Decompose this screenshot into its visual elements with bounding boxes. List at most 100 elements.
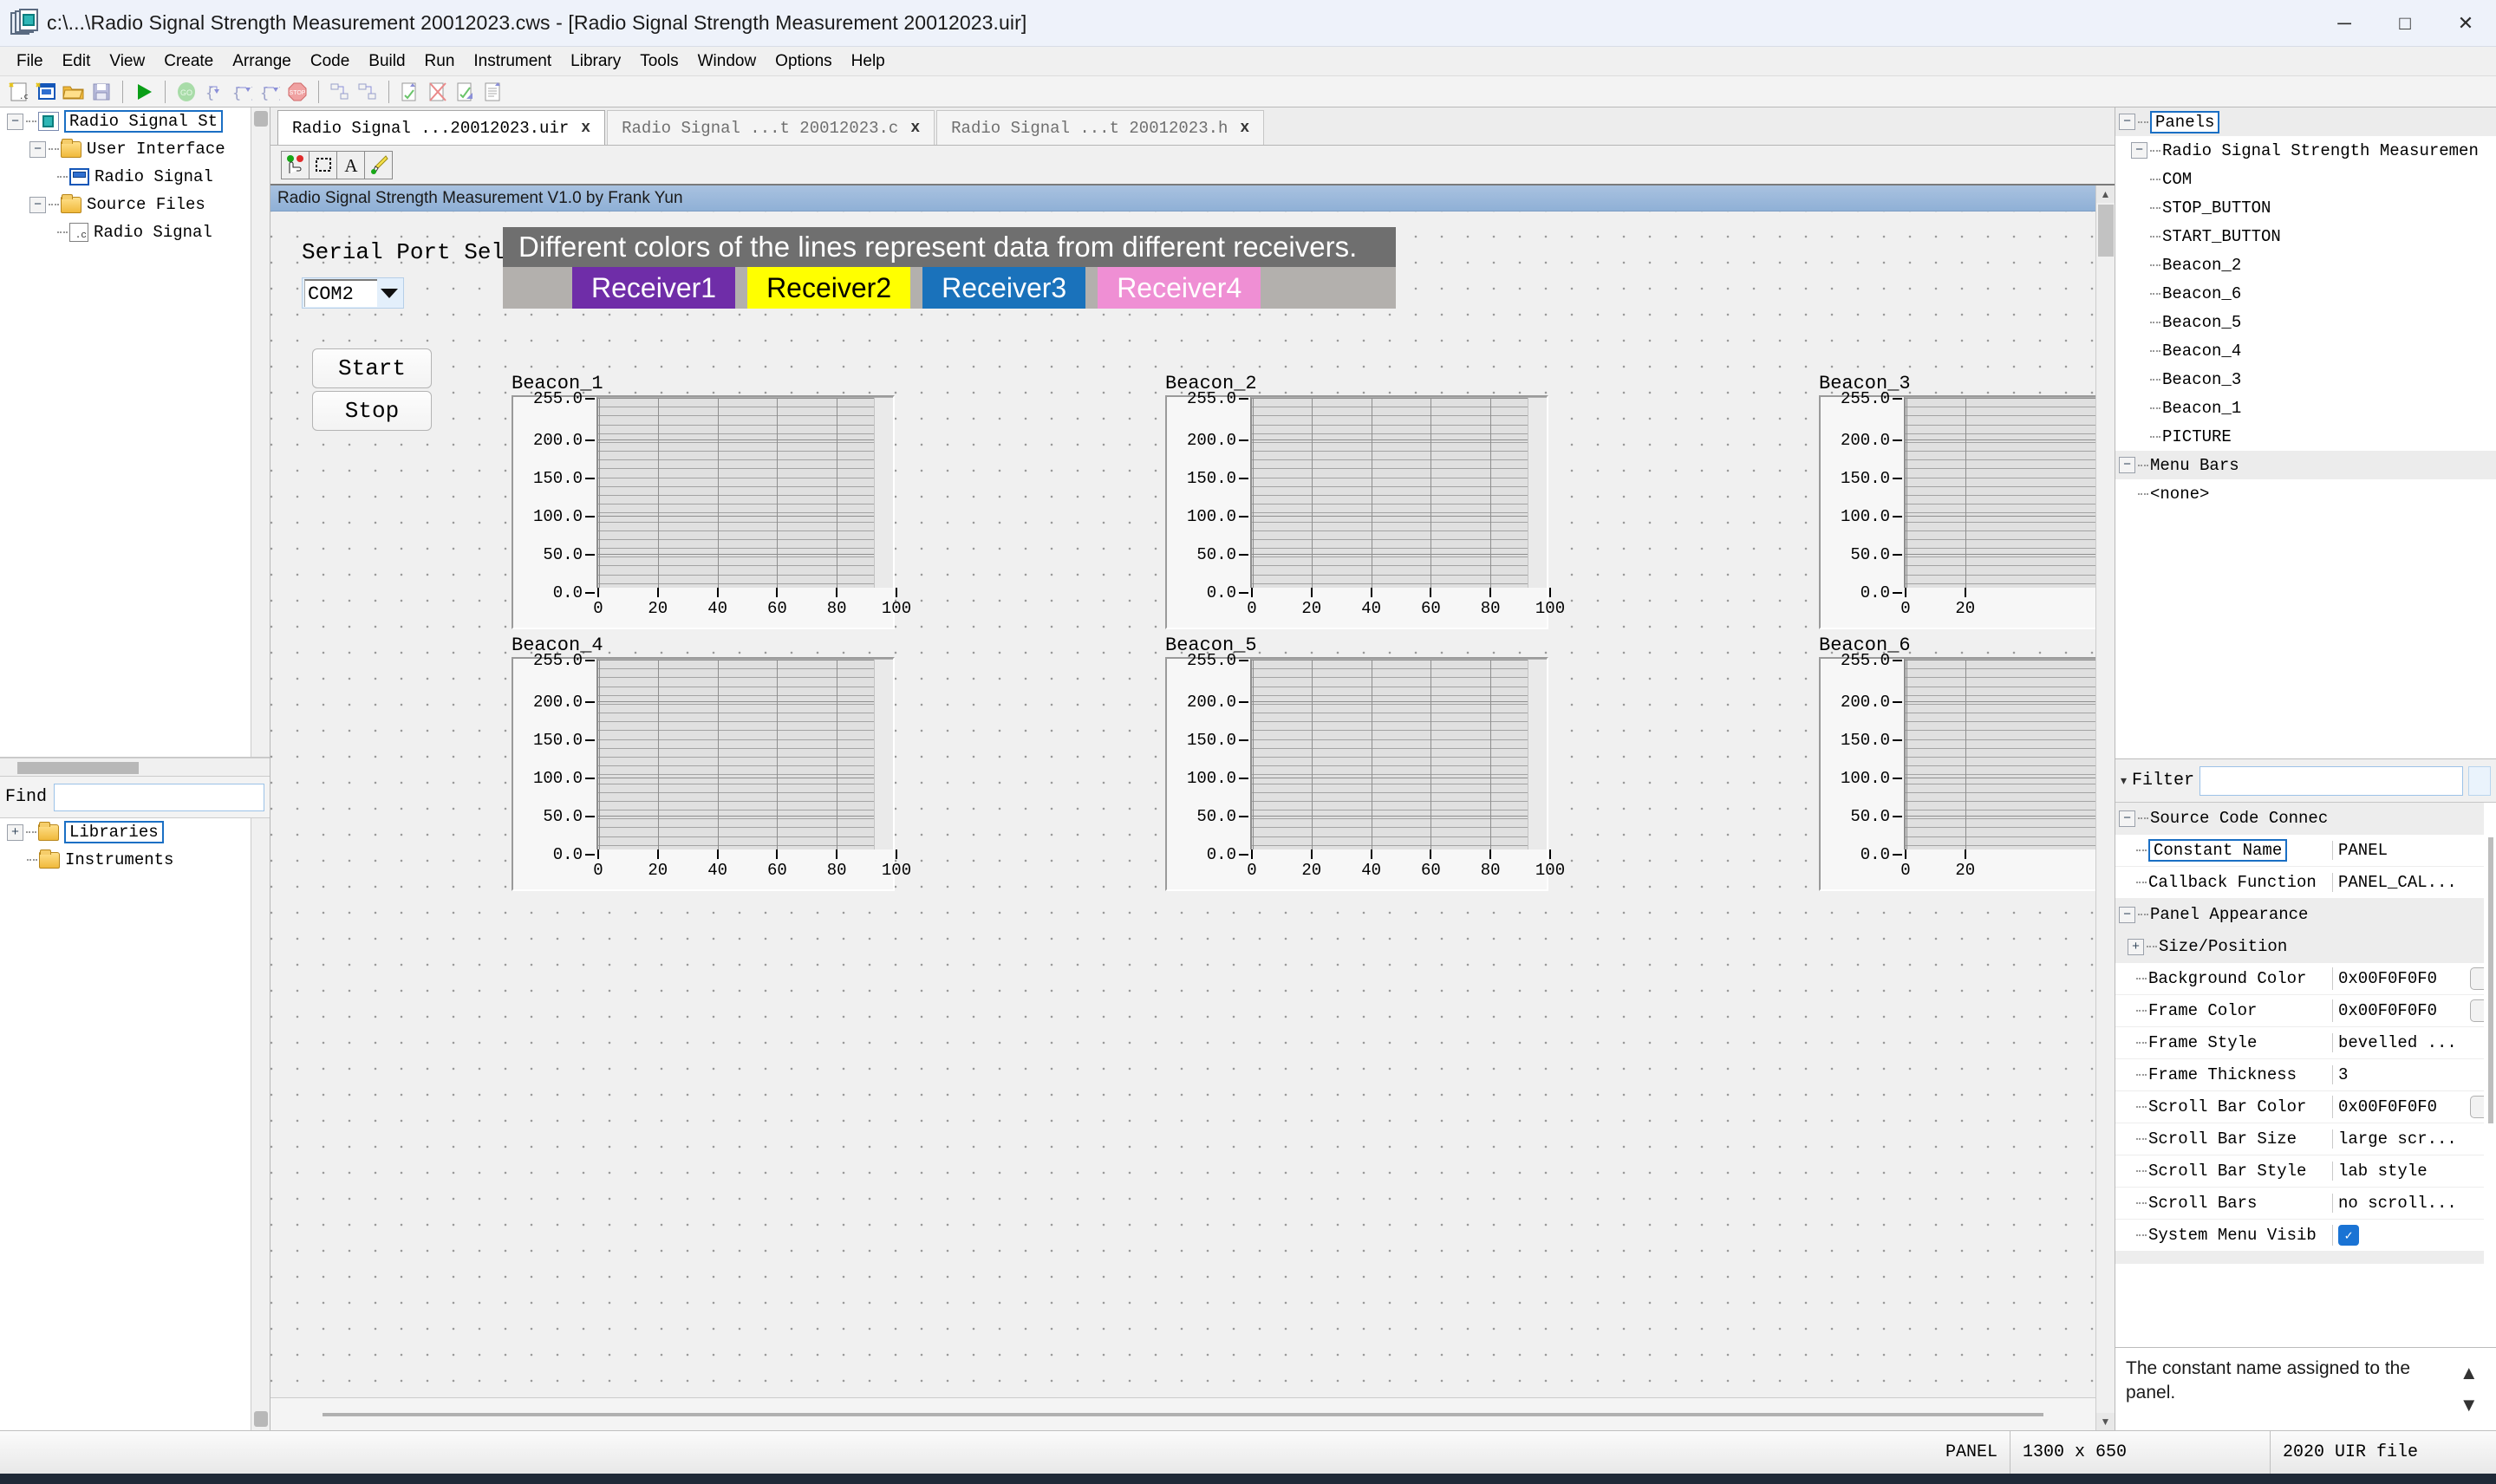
panels-tree-item-panels[interactable]: − Panels (2115, 107, 2496, 136)
step-out-icon[interactable]: { } (257, 80, 283, 104)
graph-beacon4[interactable]: 0.0 50.0 100.0 150.0 200.0 255.0 0 20 40 60 80 100 (512, 651, 911, 891)
tree-item-source-files[interactable]: − Source Files (0, 191, 270, 218)
panels-tree-item-com[interactable]: COM (2115, 165, 2496, 193)
property-row-system-menu-visible[interactable]: System Menu Visib ✓ (2115, 1220, 2496, 1252)
property-row-scroll-bar-color[interactable]: Scroll Bar Color 0x00F0F0F0 (2115, 1091, 2496, 1123)
property-value[interactable]: no scroll... (2332, 1194, 2496, 1213)
tree-item-user-interface[interactable]: − User Interface (0, 135, 270, 163)
panels-tree[interactable]: − Panels − Radio Signal Strength Measure… (2115, 107, 2496, 759)
panels-tree-item-beacon3[interactable]: Beacon_3 (2115, 365, 2496, 394)
text-tool-icon[interactable]: A (336, 150, 365, 179)
step-into-icon[interactable]: { } (201, 80, 227, 104)
step-over-icon[interactable]: { } (229, 80, 255, 104)
expander-toggle[interactable]: + (2128, 938, 2144, 955)
filter-input[interactable] (2199, 765, 2463, 796)
panels-tree-item-none[interactable]: <none> (2115, 479, 2496, 508)
property-row-scroll-bars[interactable]: Scroll Bars no scroll... (2115, 1188, 2496, 1220)
view-hierarchy-icon[interactable] (327, 80, 353, 104)
chevron-down-icon[interactable]: ▼ (2096, 1413, 2115, 1430)
property-group-size-position[interactable]: + Size/Position (2115, 931, 2496, 963)
expander-toggle[interactable]: − (29, 196, 46, 213)
property-row-frame-color[interactable]: Frame Color 0x00F0F0F0 (2115, 995, 2496, 1027)
libraries-tree[interactable]: + Libraries Instruments (0, 818, 270, 1430)
tab-c-file[interactable]: Radio Signal ...t 20012023.c x (607, 110, 935, 145)
menu-arrange[interactable]: Arrange (223, 49, 301, 75)
menu-edit[interactable]: Edit (53, 49, 101, 75)
menu-build[interactable]: Build (359, 49, 414, 75)
menu-file[interactable]: File (7, 49, 53, 75)
property-value[interactable]: lab style (2332, 1162, 2496, 1181)
property-value[interactable]: PANEL (2332, 841, 2496, 860)
project-tree-hscrollbar[interactable] (0, 758, 270, 777)
menu-create[interactable]: Create (154, 49, 223, 75)
filter-options-button[interactable] (2468, 765, 2491, 796)
build-icon[interactable] (397, 80, 423, 104)
menu-tools[interactable]: Tools (630, 49, 688, 75)
menu-code[interactable]: Code (301, 49, 359, 75)
new-source-file-icon[interactable]: .c (5, 80, 31, 104)
graph-plot-area[interactable] (596, 659, 893, 849)
libraries-tree-scrollbar[interactable] (251, 818, 270, 1430)
chevron-down-icon[interactable]: ▼ (2460, 1392, 2479, 1418)
property-value[interactable]: large scr... (2332, 1129, 2496, 1149)
new-uir-file-icon[interactable] (33, 80, 59, 104)
expander-toggle[interactable]: − (29, 140, 46, 158)
expander-toggle[interactable]: − (2119, 906, 2135, 923)
maximize-button[interactable]: □ (2375, 0, 2435, 46)
panels-tree-item-beacon1[interactable]: Beacon_1 (2115, 394, 2496, 422)
check-syntax-icon[interactable] (453, 80, 479, 104)
tree-item-uir-file[interactable]: Radio Signal (0, 163, 270, 191)
project-tree[interactable]: − Radio Signal St − User Interface Radio… (0, 107, 270, 758)
close-icon[interactable]: x (581, 120, 590, 137)
property-row-callback-function[interactable]: Callback Function PANEL_CAL... (2115, 867, 2496, 899)
menu-window[interactable]: Window (688, 49, 766, 75)
chevron-down-icon[interactable]: ▾ (2121, 773, 2127, 788)
tree-item-workspace[interactable]: − Radio Signal St (0, 107, 270, 135)
panels-tree-item-beacon4[interactable]: Beacon_4 (2115, 336, 2496, 365)
view-call-stack-icon[interactable] (355, 80, 381, 104)
graph-beacon2[interactable]: 0.0 50.0 100.0 150.0 200.0 255.0 0 20 40 60 80 100 (1165, 389, 1565, 629)
tree-item-libraries[interactable]: + Libraries (0, 818, 270, 846)
graph-beacon6[interactable]: 0.0 50.0 100.0 150.0 200.0 255.0 0 20 (1819, 651, 2095, 891)
tab-uir-file[interactable]: Radio Signal ...20012023.uir x (277, 110, 606, 145)
menu-view[interactable]: View (100, 49, 154, 75)
panels-tree-item-stop-button[interactable]: STOP_BUTTON (2115, 193, 2496, 222)
expander-toggle[interactable]: − (2119, 114, 2135, 130)
chevron-down-icon[interactable] (381, 288, 398, 298)
property-row-scroll-bar-style[interactable]: Scroll Bar Style lab style (2115, 1155, 2496, 1188)
panel-canvas[interactable]: Serial Port Selection COM2 Start Stop Di… (270, 212, 2095, 1397)
insert-construct-icon[interactable] (480, 80, 506, 104)
expander-toggle[interactable]: − (2131, 142, 2147, 159)
expander-toggle[interactable]: − (2119, 457, 2135, 473)
expander-toggle[interactable]: − (7, 113, 23, 130)
graph-plot-area[interactable] (1904, 659, 2095, 849)
run-project-icon[interactable] (131, 80, 157, 104)
chevron-up-icon[interactable]: ▲ (2096, 186, 2115, 203)
graph-plot-area[interactable] (1250, 397, 1547, 588)
property-group-source-code[interactable]: − Source Code Connec (2115, 803, 2496, 835)
editor-vscrollbar[interactable]: ▲ ▼ (2095, 186, 2115, 1430)
panels-tree-item-picture[interactable]: PICTURE (2115, 422, 2496, 451)
graph-plot-area[interactable] (596, 397, 893, 588)
open-folder-icon[interactable] (61, 80, 87, 104)
uir-design-panel[interactable]: Radio Signal Strength Measurement V1.0 b… (270, 186, 2095, 1397)
graph-plot-area[interactable] (1250, 659, 1547, 849)
graph-plot-area[interactable] (1904, 397, 2095, 588)
tree-item-instruments[interactable]: Instruments (0, 846, 270, 874)
property-row-scroll-bar-size[interactable]: Scroll Bar Size large scr... (2115, 1123, 2496, 1155)
panels-tree-item-panel[interactable]: − Radio Signal Strength Measuremen (2115, 136, 2496, 165)
clear-errors-icon[interactable] (425, 80, 451, 104)
terminate-stop-icon[interactable]: STOP (284, 80, 310, 104)
go-debug-icon[interactable]: GO (173, 80, 199, 104)
panels-tree-item-menu-bars[interactable]: − Menu Bars (2115, 451, 2496, 479)
minimize-button[interactable]: ─ (2314, 0, 2375, 46)
property-group-panel-appearance[interactable]: − Panel Appearance (2115, 899, 2496, 931)
property-row-frame-thickness[interactable]: Frame Thickness 3 (2115, 1059, 2496, 1091)
panels-tree-item-beacon6[interactable]: Beacon_6 (2115, 279, 2496, 308)
close-icon[interactable]: x (1240, 120, 1249, 137)
menu-run[interactable]: Run (415, 49, 465, 75)
start-button[interactable]: Start (312, 348, 432, 388)
select-rectangle-icon[interactable] (309, 150, 337, 179)
operate-mode-icon[interactable] (281, 150, 310, 179)
checkbox-checked-icon[interactable]: ✓ (2338, 1225, 2359, 1246)
